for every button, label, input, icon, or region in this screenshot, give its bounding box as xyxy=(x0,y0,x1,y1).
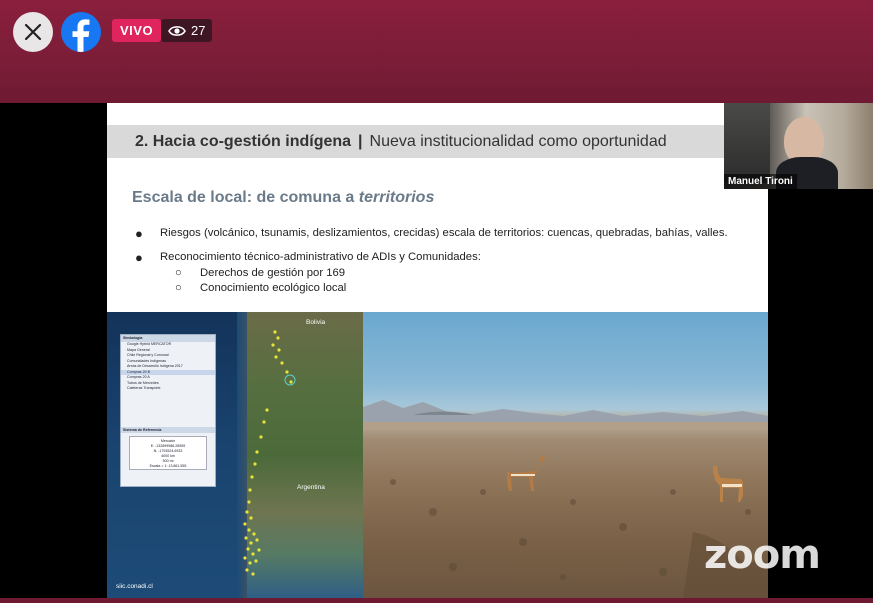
reference-line: Escala = 1: 13.861.555 xyxy=(149,463,187,468)
slide-header-title: 2. Hacia co-gestión indígena xyxy=(135,132,352,150)
bullet-dot-icon: ● xyxy=(135,250,143,265)
sub-bullet-item: ○ Conocimiento ecológico local xyxy=(175,282,728,294)
map-label-argentina: Argentina xyxy=(297,484,325,491)
bullet-item: ● Riesgos (volcánico, tsunamis, deslizam… xyxy=(135,227,728,240)
legend-layer[interactable]: Caleteras Transporte xyxy=(121,386,215,392)
map-label-bolivia: Bolivia xyxy=(306,319,326,326)
sub-bullet-item: ○ Derechos de gestión por 169 xyxy=(175,267,728,279)
reference-title: Sistema de Referencia xyxy=(121,426,215,433)
bookshelf-poster xyxy=(724,103,770,183)
bullet-list: ● Riesgos (volcánico, tsunamis, deslizam… xyxy=(135,227,728,294)
slide-header-subtitle: Nueva institucionalidad como oportunidad xyxy=(369,132,667,150)
close-icon xyxy=(24,23,42,41)
bullet-circle-icon: ○ xyxy=(175,267,182,279)
live-top-bar: VIVO 27 xyxy=(0,0,873,103)
facebook-logo-icon xyxy=(61,12,101,52)
map-legend-panel[interactable]: Simbología Google Hybrid MERCATOR Mapa G… xyxy=(120,334,216,487)
sub-bullet-text: Derechos de gestión por 169 xyxy=(200,267,346,279)
vicuna-left xyxy=(507,455,545,491)
subtitle-italic: territorios xyxy=(358,189,435,206)
subtitle-plain: Escala de local: de comuna a xyxy=(132,189,359,206)
satellite-map-image: Simbología Google Hybrid MERCATOR Mapa G… xyxy=(107,312,363,598)
slide-header: 2. Hacia co-gestión indígena | Nueva ins… xyxy=(107,125,768,158)
viewer-count-badge: 27 xyxy=(161,19,213,42)
participant-name: Manuel Tironi xyxy=(724,174,797,189)
eye-icon xyxy=(168,25,186,36)
bullet-item: ● Reconocimiento técnico-administrativo … xyxy=(135,251,728,264)
bullet-text: Riesgos (volcánico, tsunamis, deslizamie… xyxy=(160,227,728,239)
map-source: siic.conadi.cl xyxy=(116,583,153,590)
close-button[interactable] xyxy=(13,12,53,52)
sub-bullet-text: Conocimiento ecológico local xyxy=(200,282,347,294)
reference-box: Mercator E: -132899986.28959 N: -1793524… xyxy=(129,435,207,470)
legend-title: Simbología xyxy=(121,335,215,342)
bullet-dot-icon: ● xyxy=(135,226,143,241)
slide-header-separator: | xyxy=(358,132,363,150)
participant-video[interactable]: Manuel Tironi xyxy=(724,103,873,189)
facebook-live-zoom-view: VIVO 27 2. Hacia co-gestión indígena | N… xyxy=(0,0,873,603)
zoom-watermark: zoom xyxy=(704,532,821,578)
live-badge: VIVO xyxy=(112,19,162,42)
vicuna-right xyxy=(713,466,743,502)
slide-subtitle: Escala de local: de comuna a territorios xyxy=(132,189,434,207)
bottom-bar xyxy=(0,598,873,603)
bullet-text: Reconocimiento técnico-administrativo de… xyxy=(160,251,481,263)
viewer-count: 27 xyxy=(191,23,206,38)
shared-slide: 2. Hacia co-gestión indígena | Nueva ins… xyxy=(107,103,768,598)
bullet-circle-icon: ○ xyxy=(175,282,182,294)
